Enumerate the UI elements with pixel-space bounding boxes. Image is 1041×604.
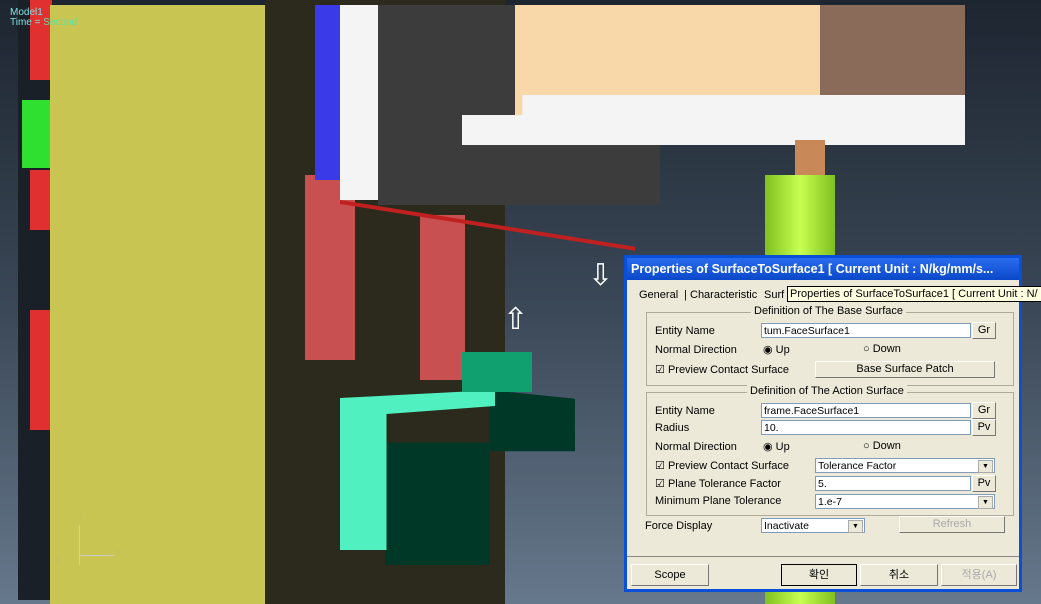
time-label: Time = bbox=[10, 17, 41, 28]
action-entity-input[interactable]: frame.FaceSurface1 bbox=[761, 403, 971, 418]
base-surface-patch-button[interactable]: Base Surface Patch bbox=[815, 361, 995, 378]
chevron-down-icon: ▼ bbox=[848, 520, 863, 533]
radius-input[interactable]: 10. bbox=[761, 420, 971, 435]
base-entity-label: Entity Name bbox=[655, 325, 715, 337]
radius-pv-button[interactable]: Pv bbox=[972, 419, 996, 436]
axis-x-label: X bbox=[55, 555, 62, 565]
tab-general[interactable]: General bbox=[639, 289, 678, 301]
action-up-radio[interactable]: ◉ Up bbox=[763, 440, 790, 453]
axis-y bbox=[79, 555, 114, 556]
down-label: Down bbox=[872, 343, 901, 355]
base-surface-group: Definition of The Base Surface Entity Na… bbox=[646, 305, 1014, 386]
blue-bar bbox=[315, 5, 340, 180]
axis-z bbox=[79, 525, 80, 565]
scope-button[interactable]: Scope bbox=[631, 564, 709, 586]
base-down-radio[interactable]: ○ Down bbox=[863, 343, 901, 355]
ok-button[interactable]: 확인 bbox=[781, 564, 857, 586]
base-entity-input[interactable]: tum.FaceSurface1 bbox=[761, 323, 971, 338]
force-display-label: Force Display bbox=[645, 520, 713, 532]
ptf-pv-button[interactable]: Pv bbox=[972, 475, 996, 492]
checkbox-checked-icon: ☑ bbox=[655, 478, 665, 490]
down-label: Down bbox=[872, 440, 901, 452]
model-info: Model1 Time = Second bbox=[10, 8, 77, 28]
ptf-input[interactable]: 5. bbox=[815, 476, 971, 491]
axis-triad: Z Y X bbox=[55, 510, 125, 585]
ptf-checkbox[interactable]: ☑ Plane Tolerance Factor bbox=[655, 477, 781, 490]
red-part bbox=[30, 170, 52, 230]
force-display-select[interactable]: Inactivate ▼ bbox=[761, 518, 865, 533]
ptf-label: Plane Tolerance Factor bbox=[667, 478, 781, 490]
mpt-value: 1.e-7 bbox=[818, 496, 842, 508]
radio-unchecked-icon: ○ bbox=[863, 440, 870, 452]
radius-label: Radius bbox=[655, 422, 690, 434]
teal-block bbox=[462, 352, 532, 392]
checkbox-checked-icon: ☑ bbox=[655, 364, 665, 376]
up-arrow-icon: ⇧ bbox=[503, 303, 529, 336]
action-surface-group: Definition of The Action Surface Entity … bbox=[646, 385, 1014, 516]
cancel-button[interactable]: 취소 bbox=[860, 564, 938, 586]
chevron-down-icon: ▼ bbox=[978, 496, 993, 509]
base-preview-checkbox[interactable]: ☑ Preview Contact Surface bbox=[655, 363, 789, 376]
action-legend: Definition of The Action Surface bbox=[747, 385, 907, 397]
dialog-title[interactable]: Properties of SurfaceToSurface1 [ Curren… bbox=[627, 258, 1019, 280]
green-part bbox=[22, 100, 52, 168]
action-gr-button[interactable]: Gr bbox=[972, 402, 996, 419]
pink-bar bbox=[420, 215, 465, 380]
mpt-label: Minimum Plane Tolerance bbox=[655, 495, 782, 507]
tooltip: Properties of SurfaceToSurface1 [ Curren… bbox=[787, 286, 1041, 302]
base-up-radio[interactable]: ◉ Up bbox=[763, 343, 790, 356]
action-preview-checkbox[interactable]: ☑ Preview Contact Surface bbox=[655, 459, 789, 472]
refresh-button[interactable]: Refresh bbox=[899, 516, 1005, 533]
preview-label: Preview Contact Surface bbox=[667, 460, 789, 472]
white-plate bbox=[462, 95, 965, 145]
tab-surface[interactable]: Surf bbox=[764, 289, 784, 301]
divider bbox=[627, 556, 1019, 557]
action-normal-label: Normal Direction bbox=[655, 441, 737, 453]
white-bar bbox=[340, 5, 378, 200]
radio-checked-icon: ◉ bbox=[763, 441, 773, 453]
axis-z-label: Z bbox=[77, 515, 83, 525]
background-part bbox=[18, 0, 53, 600]
chevron-down-icon: ▼ bbox=[978, 460, 993, 473]
mpt-select[interactable]: 1.e-7 ▼ bbox=[815, 494, 995, 509]
up-label: Up bbox=[775, 441, 790, 453]
up-label: Up bbox=[775, 344, 790, 356]
copper-rod bbox=[795, 140, 825, 180]
action-down-radio[interactable]: ○ Down bbox=[863, 440, 901, 452]
checkbox-checked-icon: ☑ bbox=[655, 460, 665, 472]
force-display-value: Inactivate bbox=[764, 520, 809, 532]
red-part bbox=[30, 310, 52, 430]
tolerance-select-value: Tolerance Factor bbox=[818, 460, 897, 472]
base-legend: Definition of The Base Surface bbox=[751, 305, 906, 317]
down-arrow-icon: ⇩ bbox=[588, 259, 614, 292]
time-unit: Second bbox=[43, 17, 78, 28]
tab-characteristic[interactable]: Characteristic bbox=[690, 289, 757, 301]
axis-y-label: Y bbox=[115, 548, 122, 558]
base-normal-label: Normal Direction bbox=[655, 344, 737, 356]
apply-button[interactable]: 적용(A) bbox=[941, 564, 1017, 586]
radio-unchecked-icon: ○ bbox=[863, 343, 870, 355]
tab-divider: | bbox=[684, 289, 687, 301]
radio-checked-icon: ◉ bbox=[763, 344, 773, 356]
tolerance-select[interactable]: Tolerance Factor ▼ bbox=[815, 458, 995, 473]
base-gr-button[interactable]: Gr bbox=[972, 322, 996, 339]
preview-label: Preview Contact Surface bbox=[667, 364, 789, 376]
properties-dialog: Properties of SurfaceToSurface1 [ Curren… bbox=[624, 255, 1041, 592]
action-entity-label: Entity Name bbox=[655, 405, 715, 417]
